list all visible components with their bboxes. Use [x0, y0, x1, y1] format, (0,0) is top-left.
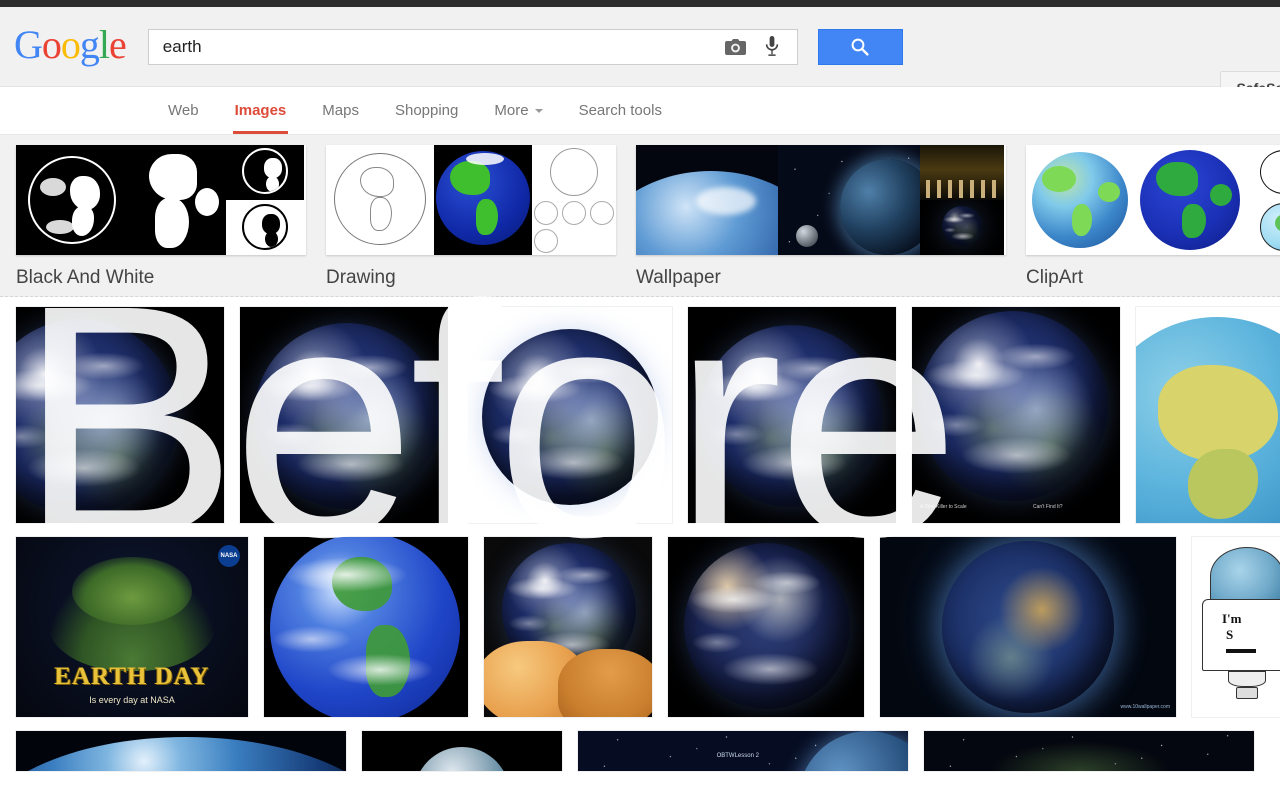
- thumb-stack: [532, 145, 616, 255]
- image-caption: OBTWLesson 2: [716, 753, 759, 759]
- page-root: Google earth Web Images Maps Shopping Mo…: [0, 0, 1280, 800]
- category-thumbnails: [636, 145, 1006, 255]
- category-drawing[interactable]: Drawing: [326, 145, 616, 289]
- tab-images-label: Images: [234, 102, 287, 119]
- category-black-and-white[interactable]: Black And White: [16, 145, 306, 289]
- category-label: Black And White: [16, 267, 155, 288]
- logo-letter-e: e: [109, 21, 127, 67]
- tab-web[interactable]: Web: [150, 87, 217, 134]
- chevron-down-icon: [534, 108, 543, 113]
- results-row: EARTH DAY Is every day at NASA NASA www.…: [0, 537, 1280, 717]
- image-caption: Can't Find It?: [1032, 503, 1063, 510]
- logo-letter-o1: o: [41, 21, 62, 67]
- image-results-grid: A Dino Killer to Scale Can't Find It? EA…: [0, 297, 1280, 771]
- thumb[interactable]: [636, 145, 778, 255]
- microphone-icon[interactable]: [761, 36, 783, 58]
- image-result[interactable]: [668, 537, 864, 717]
- thumb[interactable]: [920, 145, 1004, 200]
- thumb[interactable]: [532, 199, 616, 255]
- thumb-stack: [1246, 145, 1280, 255]
- tab-more[interactable]: More: [476, 87, 560, 134]
- category-thumbnails: [1026, 145, 1280, 255]
- image-result[interactable]: A Dino Killer to Scale Can't Find It?: [912, 307, 1120, 523]
- category-wallpaper[interactable]: Wallpaper: [636, 145, 1006, 289]
- image-result[interactable]: [240, 307, 448, 523]
- thumb[interactable]: [226, 200, 304, 255]
- image-result[interactable]: www.10wallpaper.com: [880, 537, 1176, 717]
- search-box[interactable]: [147, 28, 798, 65]
- category-label: ClipArt: [1026, 267, 1084, 288]
- thumb-stack: [920, 145, 1004, 255]
- category-label: Drawing: [326, 267, 396, 288]
- image-result[interactable]: [924, 731, 1254, 771]
- category-thumbnails: [16, 145, 306, 255]
- thumb[interactable]: [778, 145, 920, 255]
- tab-shopping[interactable]: Shopping: [377, 87, 476, 134]
- tab-maps-label: Maps: [322, 102, 359, 119]
- tab-images[interactable]: Images: [217, 87, 305, 134]
- image-caption: A Dino Killer to Scale: [920, 503, 967, 510]
- category-thumbnails: [326, 145, 616, 255]
- google-logo[interactable]: Google: [14, 21, 127, 67]
- image-result[interactable]: [16, 307, 224, 523]
- image-result[interactable]: [264, 537, 468, 717]
- image-caption: S: [1226, 627, 1234, 642]
- category-label: Wallpaper: [636, 267, 721, 288]
- tab-search-tools-label: Search tools: [578, 102, 662, 119]
- image-result[interactable]: [464, 307, 672, 523]
- image-title-text: EARTH DAY: [54, 663, 210, 690]
- thumb[interactable]: [1246, 145, 1280, 200]
- thumb[interactable]: [1026, 145, 1134, 255]
- thumb[interactable]: [226, 145, 304, 200]
- image-result[interactable]: EARTH DAY Is every day at NASA NASA: [16, 537, 248, 717]
- category-clipart[interactable]: ClipArt: [1026, 145, 1280, 289]
- thumb[interactable]: [434, 145, 532, 255]
- related-categories-strip: Black And White Drawing Wallpaper ClipAr…: [0, 135, 1280, 297]
- logo-letter-l: l: [98, 21, 110, 67]
- thumb[interactable]: [16, 145, 129, 255]
- tab-shopping-label: Shopping: [394, 102, 459, 119]
- thumb[interactable]: [1134, 145, 1246, 255]
- search-box-icons: [725, 36, 789, 58]
- page-header: Google earth: [0, 7, 1280, 105]
- tab-web-label: Web: [168, 102, 199, 119]
- logo-letter-g: g: [79, 21, 100, 67]
- tab-more-label: More: [494, 102, 529, 119]
- image-result[interactable]: [16, 731, 346, 771]
- browser-chrome-bar: [0, 0, 1280, 7]
- thumb-stack: [226, 145, 304, 255]
- image-result[interactable]: [362, 731, 562, 771]
- image-caption: I'm: [1222, 611, 1242, 626]
- image-result[interactable]: [688, 307, 896, 523]
- thumb[interactable]: [532, 145, 616, 199]
- search-icon: [851, 38, 869, 56]
- image-result[interactable]: I'm S: [1192, 537, 1280, 717]
- thumb[interactable]: [326, 145, 434, 255]
- results-row: A Dino Killer to Scale Can't Find It?: [0, 307, 1280, 523]
- image-result[interactable]: [484, 537, 652, 717]
- image-caption: www.10wallpaper.com: [1120, 703, 1170, 710]
- nasa-logo-badge: NASA: [218, 545, 240, 567]
- logo-letter-o2: o: [60, 21, 81, 67]
- search-mode-tabs: Web Images Maps Shopping More Search too…: [0, 87, 1280, 135]
- thumb[interactable]: [1246, 200, 1280, 255]
- image-subtitle-text: Is every day at NASA: [89, 695, 175, 705]
- search-button[interactable]: [817, 28, 903, 65]
- search-input[interactable]: [162, 36, 725, 57]
- search-area: [147, 28, 903, 65]
- tab-maps[interactable]: Maps: [304, 87, 377, 134]
- logo-letter-G: G: [14, 21, 43, 67]
- thumb[interactable]: [129, 145, 226, 255]
- thumb[interactable]: [920, 200, 1004, 255]
- camera-icon[interactable]: [725, 36, 747, 58]
- results-row: OBTWLesson 2: [0, 731, 1280, 771]
- tab-search-tools[interactable]: Search tools: [561, 87, 680, 134]
- image-result[interactable]: OBTWLesson 2: [578, 731, 908, 771]
- image-result[interactable]: [1136, 307, 1280, 523]
